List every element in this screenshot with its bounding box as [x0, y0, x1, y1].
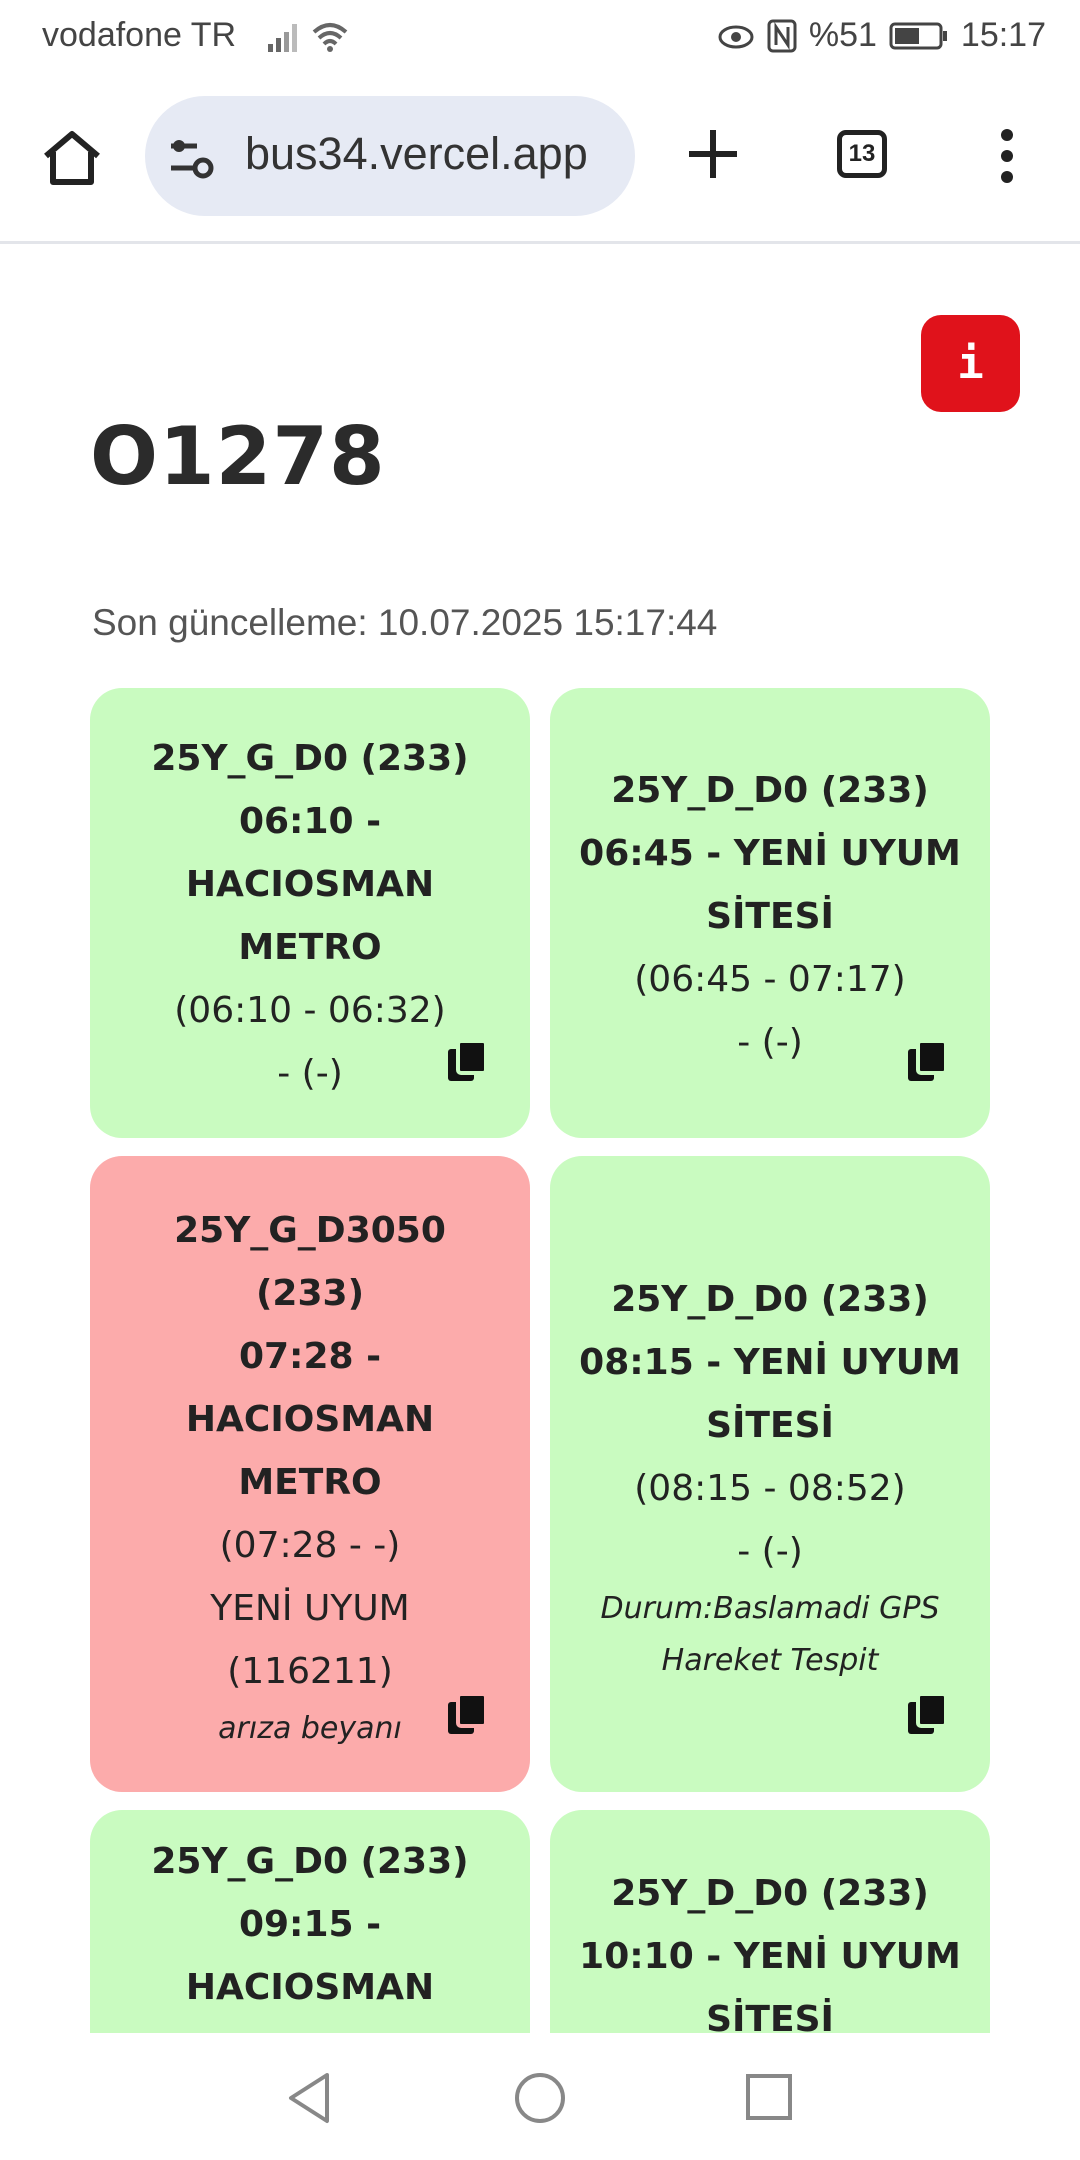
system-nav-bar [0, 2033, 1080, 2160]
trip-code: 25Y_G_D0 (233) [151, 1841, 469, 1882]
carrier-label: vodafone TR [42, 16, 237, 54]
more-vert-icon[interactable] [995, 128, 1019, 184]
trip-title-line: SİTESİ [706, 1999, 834, 2033]
trip-card[interactable]: 25Y_G_D3050 (233) 07:28 - HACIOSMAN METR… [90, 1156, 530, 1792]
trip-title-line: METRO [238, 1462, 382, 1503]
trip-card[interactable]: 25Y_D_D0 (233) 08:15 - YENİ UYUM SİTESİ … [550, 1156, 990, 1792]
trip-time-range: (06:10 - 06:32) [174, 990, 446, 1031]
copy-icon[interactable] [906, 1039, 950, 1083]
trip-card[interactable]: 25Y_D_D0 (233) 06:45 - YENİ UYUM SİTESİ … [550, 688, 990, 1138]
url-text[interactable]: bus34.vercel.app [245, 128, 588, 180]
status-bar: vodafone TR %51 15:17 [0, 0, 1080, 76]
trip-title-line: HACIOSMAN [185, 864, 435, 905]
trip-code: 25Y_D_D0 (233) [611, 1873, 929, 1914]
trip-title-line: 08:15 - YENİ UYUM [579, 1341, 961, 1383]
page-title: O1278 [90, 410, 386, 503]
trip-time-range: (07:28 - -) [219, 1525, 401, 1566]
trip-vehicle: - (-) [737, 1530, 803, 1572]
copy-icon[interactable] [446, 1039, 490, 1083]
browser-toolbar: bus34.vercel.app 13 [0, 76, 1080, 244]
trip-time-range: (06:45 - 07:17) [634, 958, 906, 1000]
trip-card[interactable]: 25Y_G_D0 (233) 06:10 - HACIOSMAN METRO (… [90, 688, 530, 1138]
info-button[interactable]: i [921, 315, 1020, 412]
trip-time-range: (08:15 - 08:52) [634, 1467, 906, 1509]
trip-code: 25Y_G_D0 (233) [151, 738, 469, 779]
trip-title-line: 09:15 - [238, 1904, 382, 1945]
battery-percent: %51 [808, 16, 877, 54]
signal-wifi-icons [268, 20, 358, 65]
copy-icon[interactable] [446, 1692, 490, 1736]
trip-title-line: HACIOSMAN [185, 1967, 435, 2008]
last-update-text: Son güncelleme: 10.07.2025 15:17:44 [92, 602, 718, 643]
home-icon[interactable] [40, 126, 104, 190]
clock: 15:17 [960, 16, 1046, 54]
trip-title-line: 07:28 - [238, 1336, 382, 1377]
trip-vehicle: YENİ UYUM [210, 1588, 410, 1629]
trip-note: Durum:Baslamadi GPS [600, 1590, 940, 1626]
copy-icon[interactable] [906, 1692, 950, 1736]
recents-icon[interactable] [745, 2071, 793, 2125]
home-circle-icon[interactable] [513, 2071, 567, 2125]
trip-list[interactable]: 25Y_G_D0 (233) 06:10 - HACIOSMAN METRO (… [0, 688, 1080, 2033]
trip-note: Hareket Tespit [661, 1642, 879, 1678]
tabs-icon[interactable]: 13 [837, 130, 887, 178]
trip-title-line: METRO [106, 2019, 514, 2033]
status-right: %51 15:17 [717, 16, 1046, 55]
trip-code: 25Y_D_D0 (233) [611, 1278, 929, 1320]
eye-icon [718, 25, 754, 48]
trip-title-line: HACIOSMAN [185, 1399, 435, 1440]
trip-card[interactable]: 25Y_G_D0 (233) 09:15 - HACIOSMAN METRO [90, 1810, 530, 2033]
back-icon[interactable] [285, 2071, 335, 2125]
plus-icon[interactable] [685, 126, 741, 182]
trip-code: 25Y_D_D0 (233) [611, 769, 929, 811]
trip-code: 25Y_G_D3050 [174, 1210, 446, 1251]
address-bar[interactable]: bus34.vercel.app [145, 96, 635, 216]
trip-title-line: SİTESİ [706, 1404, 834, 1446]
trip-title-line: 06:45 - YENİ UYUM [579, 832, 961, 874]
trip-title-line: 10:10 - YENİ UYUM [579, 1936, 961, 1977]
trip-title-line: SİTESİ [706, 895, 834, 937]
trip-code-suffix: (233) [255, 1273, 365, 1314]
trip-title-line: METRO [238, 927, 382, 968]
nfc-icon [767, 19, 797, 52]
trip-card[interactable]: 25Y_D_D0 (233) 10:10 - YENİ UYUM SİTESİ [550, 1810, 990, 2033]
tune-icon[interactable] [167, 134, 217, 180]
trip-title-line: 06:10 - [238, 801, 382, 842]
battery-icon [889, 22, 947, 49]
